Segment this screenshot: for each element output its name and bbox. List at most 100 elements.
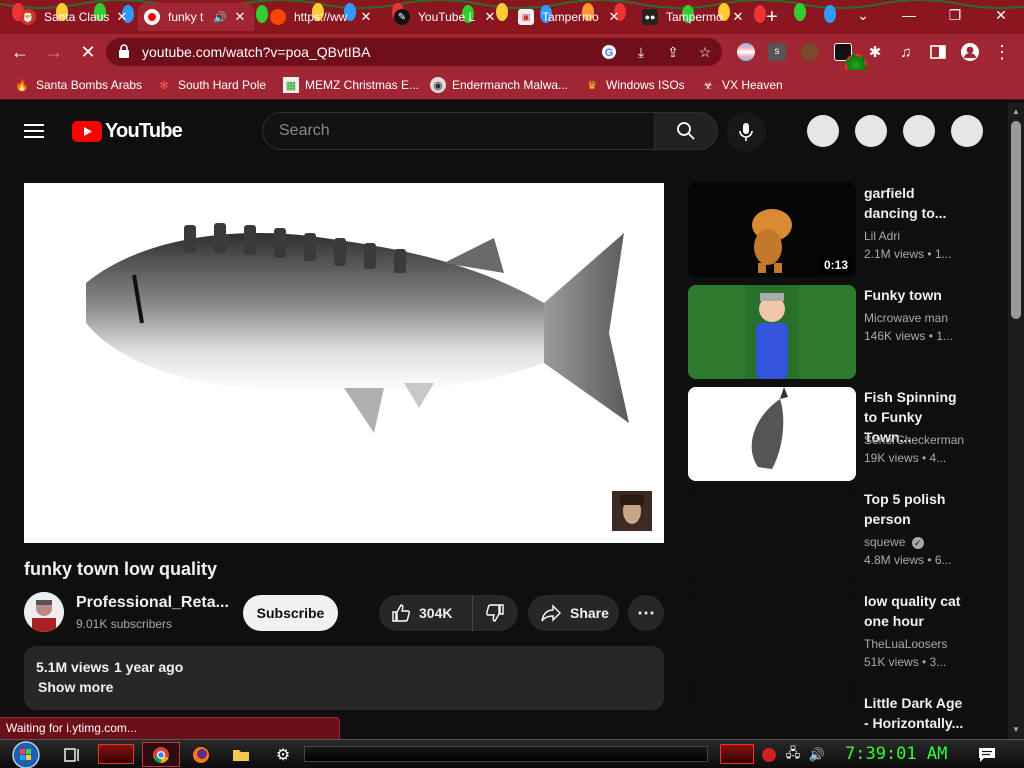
close-tab-icon[interactable]: ✕ [730,9,746,25]
tab-youtube-l[interactable]: ✎ YouTube L ✕ [388,3,504,31]
settings-taskbar-button[interactable]: ⚙ [264,742,302,767]
s-extension-icon[interactable]: s [768,43,786,61]
restore-button[interactable]: ❐ [932,0,978,30]
menu-kebab-icon[interactable]: ⋮ [990,40,1014,64]
voice-search-button[interactable] [726,112,766,152]
related-title[interactable]: Top 5 polish person [864,489,970,529]
scroll-down-icon[interactable]: ▼ [1012,725,1020,734]
related-video-item[interactable]: Funky town Microwave man 146K views • 1.… [688,285,988,379]
related-channel[interactable]: TheLuaLoosers [864,637,947,651]
video-player[interactable] [24,183,664,543]
file-explorer-taskbar-button[interactable] [222,742,260,767]
dislike-button[interactable] [473,595,517,631]
chrome-taskbar-button[interactable] [142,742,180,767]
channel-watermark[interactable] [612,491,652,531]
show-more-link[interactable]: Show more [38,679,113,695]
page-scrollbar[interactable]: ▲ ▼ [1008,103,1024,739]
side-panel-icon[interactable] [926,40,950,64]
video-thumbnail[interactable] [688,387,856,481]
share-page-icon[interactable]: ⇪ [664,43,682,61]
media-control-icon[interactable]: ♫ [894,40,918,64]
network-icon[interactable]: 🖧 [782,742,804,767]
related-video-item[interactable]: Fish Spinning to Funky Town... SenorChec… [688,387,988,481]
related-video-item[interactable]: low quality cat one hour TheLuaLoosers 5… [688,591,988,685]
account-avatar[interactable] [951,115,983,147]
bookmark-vx-heaven[interactable]: ☣ VX Heaven [700,76,783,94]
tab-reddit[interactable]: https://ww ✕ [264,3,380,31]
profile-icon[interactable] [958,40,982,64]
close-window-button[interactable]: ✕ [978,0,1024,30]
like-button[interactable]: 304K [379,595,473,631]
video-thumbnail[interactable] [688,693,856,737]
stop-loading-button[interactable]: ✕ [76,40,100,64]
channel-avatar[interactable] [24,592,64,632]
tab-tampermonkey-1[interactable]: ▣ Tampermo ✕ [512,3,628,31]
tab-tampermonkey-2[interactable]: ●● Tampermo ✕ [636,3,752,31]
new-tab-button[interactable]: + [760,3,790,31]
fish-video-frame [24,183,664,543]
close-tab-icon[interactable]: ✕ [482,9,498,25]
tab-funky-town[interactable]: funky t 🔊 ✕ [138,3,254,31]
task-view-button[interactable] [54,742,92,767]
close-tab-icon[interactable]: ✕ [358,9,374,25]
extensions-puzzle-icon[interactable]: ✱ [863,40,887,64]
trans-flag-extension-icon[interactable] [737,43,755,61]
bookmark-endermanch[interactable]: ◉ Endermanch Malwa... [430,76,568,94]
youtube-logo[interactable]: YouTube [72,120,183,142]
description-box[interactable]: 5.1M views 1 year ago Show more [24,646,664,710]
related-channel[interactable]: Lil Adri [864,229,900,243]
related-title[interactable]: Funky town [864,285,970,305]
share-button[interactable]: Share [528,595,619,631]
search-button[interactable] [654,112,718,150]
scroll-thumb[interactable] [1011,121,1021,319]
bookmark-label: MEMZ Christmas E... [305,78,420,92]
header-button-3[interactable] [903,115,935,147]
tray-app-icon[interactable] [758,742,780,767]
related-video-item[interactable]: 0:13 garfield dancing to... Lil Adri 2.1… [688,183,988,277]
minimize-button[interactable]: — [886,0,932,30]
bookmark-windows-isos[interactable]: ♛ Windows ISOs [584,76,685,94]
guide-menu-button[interactable] [24,120,48,142]
channel-name[interactable]: Professional_Reta... [76,594,229,612]
subscribe-button[interactable]: Subscribe [243,595,338,631]
related-channel[interactable]: Microwave man [864,311,948,325]
forward-button[interactable]: → [42,40,66,64]
video-thumbnail[interactable] [688,591,856,685]
volume-icon[interactable]: 🔊 [806,742,828,767]
related-title[interactable]: low quality cat one hour [864,591,970,631]
tab-search-button[interactable]: ⌄ [840,0,886,30]
header-button-1[interactable] [807,115,839,147]
related-video-item[interactable]: Top 5 polish person squewe ✓ 4.8M views … [688,489,988,583]
close-tab-icon[interactable]: ✕ [232,9,248,25]
speaker-icon[interactable]: 🔊 [212,11,228,24]
bookmark-star-icon[interactable]: ☆ [696,43,714,61]
video-thumbnail[interactable] [688,285,856,379]
close-tab-icon[interactable]: ✕ [114,9,130,25]
globe-icon: ◉ [430,77,446,93]
related-channel[interactable]: squewe ✓ [864,535,924,549]
tab-santa-claus[interactable]: 🎅 Santa Claus ✕ [14,3,136,31]
related-title[interactable]: garfield dancing to... [864,183,970,223]
bookmark-south-hard-pole[interactable]: ✻ South Hard Pole [156,76,266,94]
scroll-up-icon[interactable]: ▲ [1012,107,1020,116]
install-icon[interactable]: ⤓ [632,43,650,61]
back-button[interactable]: ← [8,40,32,64]
search-input[interactable] [263,113,654,149]
close-tab-icon[interactable]: ✕ [606,9,622,25]
video-thumbnail[interactable] [688,489,856,583]
address-bar[interactable]: youtube.com/watch?v=poa_QBvtIBA G ⤓ ⇪ ☆ [106,38,722,66]
related-title[interactable]: Little Dark Age - Horizontally... [864,693,970,733]
related-channel[interactable]: SenorCheckerman [864,433,964,447]
more-actions-button[interactable]: ⋯ [628,595,664,631]
header-button-2[interactable] [855,115,887,147]
firefox-taskbar-button[interactable] [182,742,220,767]
start-button[interactable] [6,740,46,768]
system-clock[interactable]: 7:39:01 AM [845,744,947,764]
avatar-extension-icon[interactable] [801,43,819,61]
video-thumbnail[interactable]: 0:13 [688,183,856,277]
google-icon[interactable]: G [600,43,618,61]
bookmark-santa-bombs[interactable]: 🔥 Santa Bombs Arabs [14,76,142,94]
bookmark-memz[interactable]: ▦ MEMZ Christmas E... [283,76,419,94]
related-video-item[interactable]: Little Dark Age - Horizontally... [688,693,988,737]
notifications-button[interactable] [968,742,1006,767]
